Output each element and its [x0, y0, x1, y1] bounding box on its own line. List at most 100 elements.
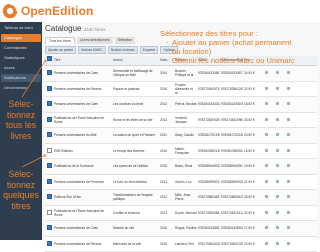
sidebar-item-orders[interactable]: Commandes: [1, 44, 41, 52]
cell-action-2[interactable]: [275, 195, 286, 199]
cart-icon[interactable]: [265, 149, 268, 152]
cart-icon[interactable]: [265, 242, 268, 245]
download-icon[interactable]: [276, 211, 279, 214]
info-icon[interactable]: [287, 242, 290, 245]
row-checkbox-cell[interactable]: [45, 194, 53, 200]
download-icon[interactable]: [276, 102, 279, 105]
column-header-price[interactable]: Prix: [243, 56, 264, 65]
column-header-eisbn[interactable]: ISBN numérique: [220, 56, 243, 65]
select-all-checkbox[interactable]: [47, 56, 52, 61]
add-to-cart-button[interactable]: Ajouter au panier: [45, 46, 76, 54]
cart-icon[interactable]: [265, 71, 268, 74]
row-checkbox[interactable]: [47, 225, 52, 230]
download-icon[interactable]: [276, 180, 279, 183]
cell-title[interactable]: Presses universitaires de Caen: [53, 71, 112, 75]
row-checkbox[interactable]: [47, 148, 52, 153]
row-checkbox[interactable]: [47, 241, 52, 246]
cell-title[interactable]: Presses universitaires de Provence: [53, 180, 112, 184]
select-all-cell[interactable]: [45, 56, 53, 65]
cell-action-1[interactable]: [264, 149, 275, 153]
cell-action-3[interactable]: [286, 149, 297, 153]
row-checkbox[interactable]: [47, 117, 52, 122]
download-icon[interactable]: [276, 164, 279, 167]
info-icon[interactable]: [287, 71, 290, 74]
cell-action-2[interactable]: [275, 164, 286, 168]
cell-action-2[interactable]: [275, 87, 286, 91]
tab-selected-books[interactable]: Livres sélectionnés: [77, 37, 113, 44]
cell-action-2[interactable]: [275, 71, 286, 75]
cart-icon[interactable]: [265, 133, 268, 136]
info-icon[interactable]: [287, 226, 290, 229]
cart-icon[interactable]: [265, 118, 268, 121]
row-checkbox[interactable]: [47, 86, 52, 91]
tab-all-books[interactable]: Tous les livres: [45, 37, 75, 44]
cart-icon[interactable]: [265, 226, 268, 229]
download-icon[interactable]: [276, 71, 279, 74]
row-checkbox[interactable]: [47, 132, 52, 137]
download-icon[interactable]: [276, 242, 279, 245]
table-row[interactable]: Presses universitaires de CaenDémocratie…: [45, 66, 317, 82]
info-icon[interactable]: [287, 87, 290, 90]
table-row[interactable]: Publications de la SorbonneLes épreuves …: [45, 159, 317, 175]
column-header-title[interactable]: Titre: [53, 56, 112, 65]
row-checkbox-cell[interactable]: [45, 70, 53, 76]
column-header-date[interactable]: Date: [159, 56, 174, 65]
export-button[interactable]: Exporter: [140, 46, 158, 54]
sidebar-item-catalogue[interactable]: Catalogue: [1, 34, 41, 42]
cell-title[interactable]: Éditions Rue d'Ulm: [53, 195, 112, 199]
cart-icon[interactable]: [265, 102, 268, 105]
cell-action-1[interactable]: [264, 164, 275, 168]
row-checkbox[interactable]: [47, 101, 52, 106]
table-row[interactable]: ENS ÉditionsLe temps des femmes2010Marti…: [45, 144, 317, 160]
row-checkbox[interactable]: [47, 163, 52, 168]
row-checkbox-cell[interactable]: [45, 86, 53, 92]
cell-action-1[interactable]: [264, 242, 275, 246]
cart-icon[interactable]: [265, 211, 268, 214]
cell-title[interactable]: Publications de la Sorbonne: [53, 164, 112, 168]
row-checkbox-cell[interactable]: [45, 163, 53, 169]
row-checkbox-cell[interactable]: [45, 148, 53, 154]
cell-action-3[interactable]: [286, 87, 297, 91]
cell-action-1[interactable]: [264, 133, 275, 137]
info-icon[interactable]: [287, 149, 290, 152]
row-checkbox[interactable]: [47, 194, 52, 199]
row-checkbox[interactable]: [47, 179, 52, 184]
cell-action-3[interactable]: [286, 242, 297, 246]
cart-icon[interactable]: [265, 164, 268, 167]
cell-action-3[interactable]: [286, 164, 297, 168]
column-header-publisher[interactable]: Éditeur: [174, 56, 197, 65]
info-icon[interactable]: [287, 164, 290, 167]
cell-action-2[interactable]: [275, 180, 286, 184]
info-icon[interactable]: [287, 118, 290, 121]
cell-action-1[interactable]: [264, 102, 275, 106]
row-checkbox-cell[interactable]: [45, 225, 53, 231]
column-header-author[interactable]: Auteur: [112, 56, 159, 65]
cell-action-3[interactable]: [286, 211, 297, 215]
cell-title[interactable]: Presses universitaires de Rennes: [53, 242, 112, 246]
cell-title[interactable]: Presses universitaires de Rennes: [53, 87, 112, 91]
cell-action-1[interactable]: [264, 211, 275, 215]
download-icon[interactable]: [276, 149, 279, 152]
download-icon[interactable]: [276, 87, 279, 90]
cell-action-1[interactable]: [264, 195, 275, 199]
sidebar-item-dashboard[interactable]: Tableau de bord: [1, 24, 41, 32]
sidebar-item-statistics[interactable]: Statistiques: [1, 54, 41, 62]
unimarc-records-button[interactable]: Notices Unimarc: [108, 46, 138, 54]
table-row[interactable]: Presses universitaires de ProvenceLe liv…: [45, 175, 317, 191]
table-row[interactable]: Publications de l'École française de Rom…: [45, 206, 317, 222]
info-icon[interactable]: [287, 180, 290, 183]
sidebar-item-access[interactable]: Accès: [1, 64, 41, 72]
cell-title[interactable]: Presses universitaires de Caen: [53, 102, 112, 106]
table-row[interactable]: Presses universitaires du MidiLa saison …: [45, 128, 317, 144]
row-checkbox[interactable]: [47, 210, 52, 215]
table-row[interactable]: Éditions Rue d'UlmTransformations de l'e…: [45, 190, 317, 206]
cell-action-3[interactable]: [286, 180, 297, 184]
sidebar-item-notifications[interactable]: Notifications: [1, 74, 41, 82]
table-row[interactable]: Presses universitaires de RennesMémoires…: [45, 237, 317, 252]
column-header-isbn[interactable]: ISBN: [197, 56, 220, 65]
info-icon[interactable]: [287, 133, 290, 136]
row-checkbox-cell[interactable]: [45, 117, 53, 123]
cell-action-2[interactable]: [275, 226, 286, 230]
cell-title[interactable]: Presses universitaires du Midi: [53, 133, 112, 137]
row-checkbox-cell[interactable]: [45, 101, 53, 107]
